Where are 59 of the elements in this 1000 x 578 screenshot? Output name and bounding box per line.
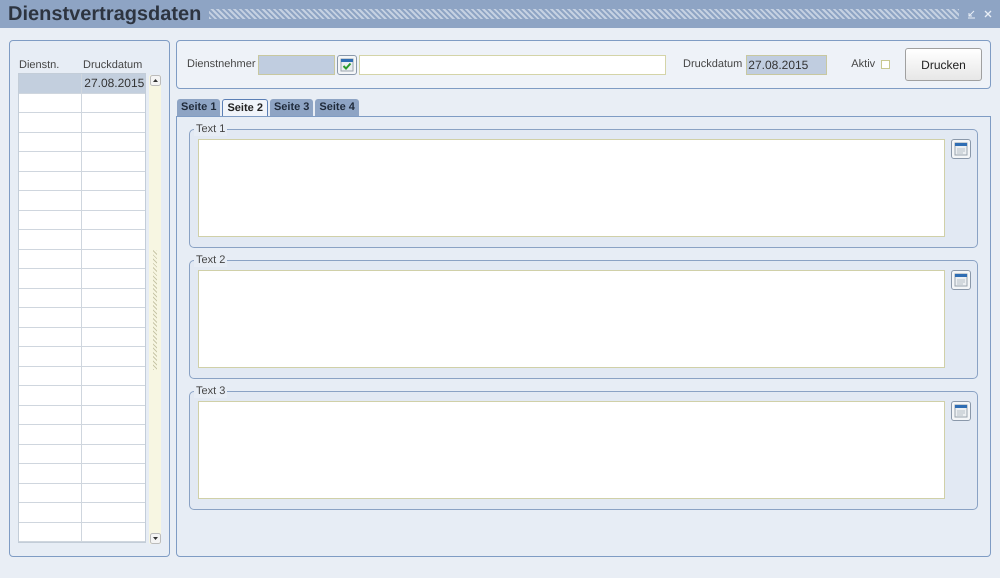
calendar-button[interactable] — [951, 270, 971, 290]
notepad-icon — [954, 142, 968, 156]
column-header: Dienstn. — [18, 58, 60, 73]
text-area[interactable] — [198, 139, 945, 237]
scroll-down-icon[interactable] — [150, 533, 161, 544]
group-label: Text 1 — [194, 122, 228, 136]
employee-number-field[interactable] — [258, 54, 335, 74]
list-row[interactable] — [19, 288, 146, 308]
calendar-button[interactable] — [951, 401, 971, 421]
close-icon[interactable] — [984, 10, 992, 18]
list-row[interactable] — [19, 94, 146, 113]
print-date-field[interactable]: 27.08.2015 — [746, 54, 828, 74]
tab[interactable]: Seite 3 — [270, 99, 314, 116]
list-row[interactable] — [19, 464, 146, 484]
list-row[interactable] — [19, 406, 146, 425]
table-cell-text: 27.08.2015 — [84, 75, 144, 92]
scroll-up-icon[interactable] — [150, 75, 161, 86]
text-area[interactable] — [198, 270, 945, 368]
list-row[interactable] — [19, 308, 146, 328]
tab[interactable]: Seite 2 — [222, 99, 268, 116]
tab[interactable]: Seite 1 — [177, 99, 220, 116]
field-label: Druckdatum — [683, 57, 742, 72]
notepad-icon — [954, 273, 968, 287]
group-label: Text 2 — [194, 253, 228, 267]
scrollbar[interactable] — [149, 75, 161, 544]
lookup-button[interactable] — [337, 54, 357, 74]
print-button[interactable]: Drucken — [905, 48, 982, 81]
check-icon — [340, 58, 354, 72]
list-row[interactable] — [19, 230, 146, 250]
list-row[interactable] — [19, 152, 146, 172]
group-label: Text 3 — [194, 384, 228, 398]
list-row[interactable] — [19, 191, 146, 210]
calendar-button[interactable] — [951, 139, 971, 159]
list-row[interactable] — [19, 172, 146, 191]
employee-name-field[interactable] — [359, 54, 666, 74]
list-row[interactable] — [19, 444, 146, 464]
column-header: Druckdatum — [82, 58, 142, 73]
list-row[interactable] — [19, 328, 146, 347]
text-area[interactable] — [198, 401, 945, 499]
list-row[interactable] — [19, 250, 146, 269]
notepad-icon — [954, 404, 968, 418]
field-label: Dienstnehmer — [187, 57, 256, 72]
checkbox-label: Aktiv — [851, 57, 876, 72]
window-title: Dienstvertragsdaten — [8, 2, 202, 27]
list-row[interactable]: 27.08.2015 — [19, 74, 146, 94]
minimize-icon[interactable] — [967, 10, 976, 18]
list-row[interactable] — [19, 484, 146, 503]
tab[interactable]: Seite 4 — [315, 99, 359, 116]
scroll-grip[interactable] — [153, 250, 158, 370]
list-row[interactable] — [19, 132, 146, 152]
list-row[interactable] — [19, 210, 146, 230]
aktiv-checkbox[interactable] — [881, 60, 890, 69]
list-row[interactable] — [19, 269, 146, 288]
list-row[interactable] — [19, 366, 146, 386]
list-row[interactable] — [19, 425, 146, 444]
list-row[interactable] — [19, 386, 146, 406]
list-row[interactable] — [19, 503, 146, 522]
list-row[interactable] — [19, 113, 146, 132]
list-row[interactable] — [19, 347, 146, 366]
